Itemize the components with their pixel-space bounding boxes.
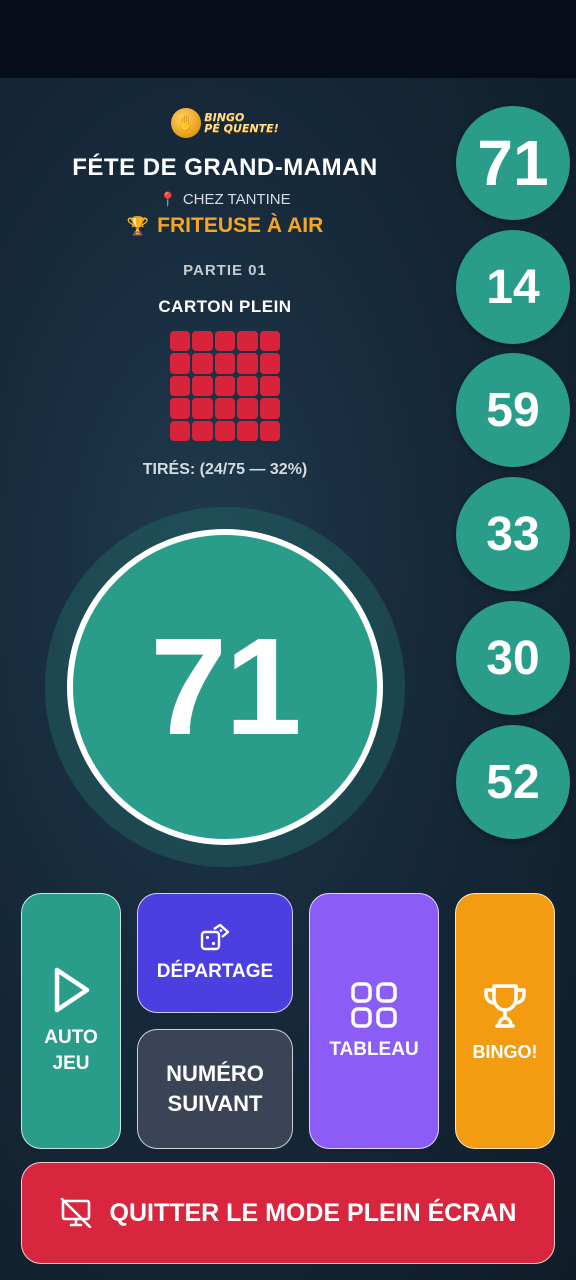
pattern-cell (259, 420, 280, 441)
pattern-cell (237, 398, 258, 419)
next-number-label-2: SUIVANT (167, 1091, 263, 1116)
auto-play-label-1: AUTO (44, 1027, 98, 1048)
play-icon (48, 965, 94, 1015)
status-bar (0, 0, 576, 78)
tiebreak-button[interactable]: DÉPARTAGE (137, 893, 293, 1013)
prize: 🏆 FRITEUSE À AIR (40, 214, 410, 238)
logo-badge-icon: ✋ (171, 108, 202, 138)
pattern-cell (192, 353, 213, 374)
pattern-cell (170, 353, 191, 374)
history-ball: 14 (456, 230, 570, 344)
pattern-cell (170, 331, 191, 352)
pattern-cell (214, 353, 236, 374)
history-ball: 59 (456, 353, 570, 467)
pattern-cell (237, 331, 258, 352)
exit-fullscreen-button[interactable]: QUITTER LE MODE PLEIN ÉCRAN (21, 1162, 555, 1264)
pattern-cell (259, 353, 280, 374)
history-ball: 30 (456, 601, 570, 715)
pattern-cell (192, 331, 213, 352)
pattern-cell (237, 420, 258, 441)
game-info: PARTIE 01 CARTON PLEIN TIRÉS: (24/75 — 3… (40, 262, 410, 479)
event-location: 📍 CHEZ TANTINE (40, 191, 410, 208)
drawn-count: TIRÉS: (24/75 — 32%) (142, 461, 308, 478)
pattern-cell (170, 398, 191, 419)
grid-icon (350, 981, 398, 1029)
pattern-cell (192, 398, 213, 419)
game-number: PARTIE 01 (183, 262, 267, 279)
prize-label: FRITEUSE À AIR (157, 214, 324, 237)
auto-play-button[interactable]: AUTO JEU (21, 893, 121, 1149)
next-number-label-1: NUMÉRO (166, 1061, 264, 1086)
pattern-cell (259, 375, 280, 397)
monitor-off-icon (60, 1198, 92, 1228)
pattern-cell (259, 398, 280, 419)
history-ball: 52 (456, 725, 570, 839)
trophy-icon: 🏆 (126, 215, 150, 236)
board-button[interactable]: TABLEAU (309, 893, 439, 1149)
app-logo: ✋ BINGO PÉ QUENTE! (40, 104, 410, 142)
pattern-cell (214, 331, 236, 352)
pattern-grid (170, 331, 280, 441)
next-number-button[interactable]: NUMÉRO SUIVANT (137, 1029, 293, 1149)
bingo-label: BINGO! (472, 1041, 538, 1062)
event-title: FÉTE DE GRAND-MAMAN (72, 154, 378, 181)
trophy-icon (479, 980, 531, 1032)
tiebreak-label: DÉPARTAGE (156, 961, 274, 982)
board-label: TABLEAU (329, 1039, 419, 1060)
event-header: ✋ BINGO PÉ QUENTE! FÉTE DE GRAND-MAMAN 📍… (40, 104, 410, 238)
auto-play-label-2: JEU (52, 1053, 90, 1074)
pattern-cell (170, 375, 191, 397)
location-label: CHEZ TANTINE (182, 191, 291, 208)
pattern-name: CARTON PLEIN (158, 297, 292, 316)
history-ball: 71 (456, 106, 570, 220)
pattern-cell (192, 420, 213, 441)
pattern-cell (237, 375, 258, 397)
pattern-cell (237, 353, 258, 374)
logo-text: BINGO PÉ QUENTE! (204, 112, 278, 134)
exit-fullscreen-label: QUITTER LE MODE PLEIN ÉCRAN (109, 1198, 517, 1227)
logo-line2: PÉ QUENTE! (204, 122, 279, 135)
bingo-button[interactable]: BINGO! (455, 893, 555, 1149)
pattern-cell (192, 375, 213, 397)
dice-icon (199, 923, 231, 953)
current-ball: 71 (67, 529, 383, 845)
history-ball: 33 (456, 477, 570, 591)
pattern-cell (170, 420, 191, 441)
pattern-cell (259, 331, 280, 352)
pattern-cell (214, 420, 236, 441)
pattern-cell (214, 398, 236, 419)
pattern-cell (214, 375, 236, 397)
pin-icon: 📍 (159, 191, 177, 207)
